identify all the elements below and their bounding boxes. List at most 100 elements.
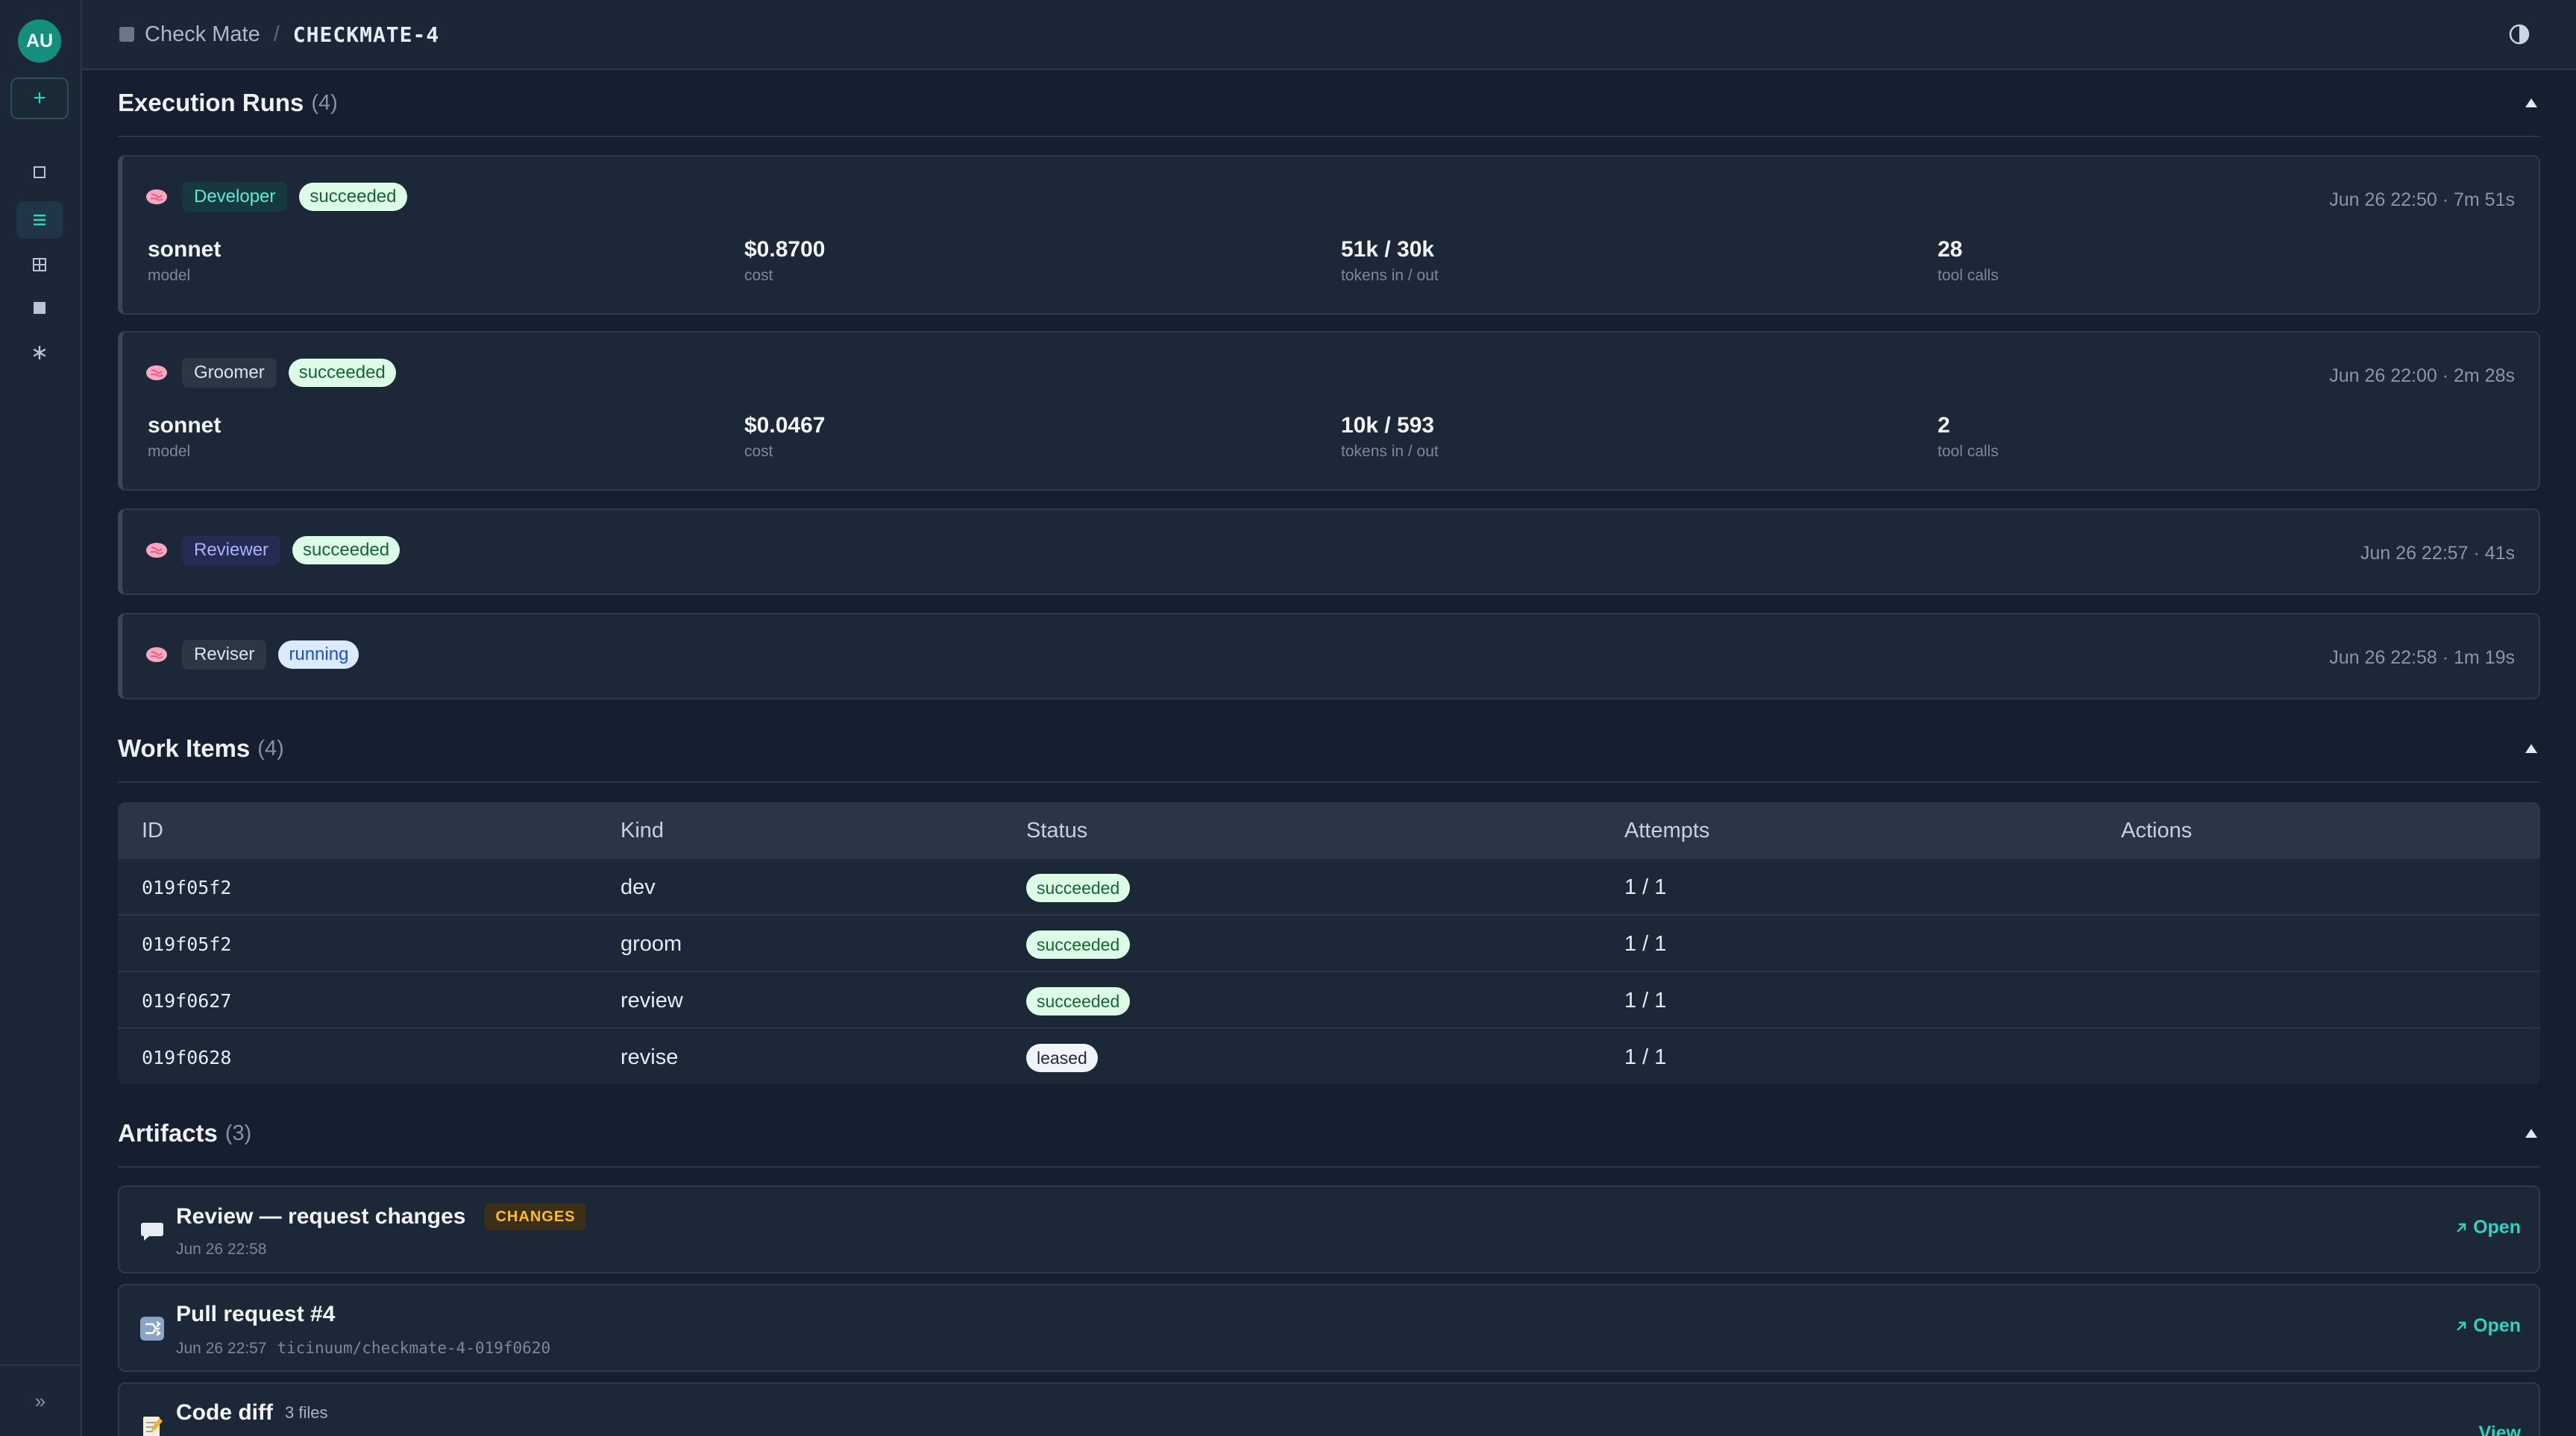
role-tag: Reviser [182, 640, 267, 670]
status-badge: succeeded [1026, 930, 1131, 959]
square-outline-icon [34, 166, 45, 178]
asterisk-icon [33, 346, 46, 359]
section-count: (4) [311, 90, 338, 115]
artifact-title: Code diff 3 files [176, 1400, 328, 1425]
files-count: 3 files [284, 1403, 328, 1422]
sidebar: AU + » [0, 0, 82, 1436]
run-card[interactable]: Reviser running Jun 26 22:58 · 1m 19s [118, 613, 2540, 699]
avatar[interactable]: AU [18, 19, 61, 63]
run-meta: Jun 26 22:00 · 2m 28s [2329, 365, 2515, 386]
external-arrow-icon [2457, 1223, 2466, 1232]
run-meta: Jun 26 22:57 · 41s [2360, 543, 2515, 564]
brain-icon [146, 647, 167, 662]
stat-tool-calls: 2 tool calls [1938, 413, 1999, 460]
table-row[interactable]: 019f0627 review succeeded 1 / 1 [118, 971, 2540, 1027]
expand-icon: » [34, 1389, 46, 1412]
status-badge: succeeded [1026, 874, 1131, 902]
open-link[interactable]: Open [2454, 1217, 2521, 1238]
role-tag: Groomer [182, 358, 277, 388]
collapse-icon[interactable] [2522, 740, 2540, 758]
run-card[interactable]: Developer succeeded Jun 26 22:50 · 7m 51… [118, 155, 2540, 315]
table-row[interactable]: 019f0628 revise leased 1 / 1 [118, 1027, 2540, 1084]
nav-item-square[interactable] [16, 154, 63, 191]
cell-kind: revise [621, 1045, 679, 1069]
status-badge: succeeded [288, 359, 396, 387]
breadcrumb-separator: / [273, 22, 280, 46]
nav-item-asterisk[interactable] [16, 334, 63, 371]
table-row[interactable]: 019f05f2 groom succeeded 1 / 1 [118, 914, 2540, 971]
stat-cost: $0.8700 cost [744, 237, 826, 284]
cell-attempts: 1 / 1 [1624, 875, 1667, 899]
status-badge: leased [1026, 1044, 1098, 1072]
nav-item-list[interactable] [16, 201, 63, 239]
table-row[interactable]: 019f05f2 dev succeeded 1 / 1 [118, 857, 2540, 914]
cell-id: 019f05f2 [142, 933, 232, 955]
collapse-icon[interactable] [2522, 1124, 2540, 1142]
artifacts-header[interactable]: Artifacts (3) [118, 1100, 2540, 1168]
memo-icon [143, 1417, 163, 1436]
column-header[interactable]: Status [1026, 819, 1087, 843]
expand-sidebar-button[interactable]: » [0, 1364, 81, 1436]
brain-icon [146, 543, 167, 558]
section-count: (3) [224, 1121, 252, 1145]
nav-item-grid[interactable] [16, 246, 63, 283]
stat-tokens: 51k / 30k tokens in / out [1341, 237, 1439, 284]
run-card[interactable]: Reviewer succeeded Jun 26 22:57 · 41s [118, 508, 2540, 595]
column-header[interactable]: Actions [2121, 819, 2192, 843]
work-items-header[interactable]: Work Items (4) [118, 716, 2540, 783]
breadcrumb-current: CHECKMATE-4 [292, 22, 440, 47]
brain-icon [146, 189, 167, 204]
artifact-title: Review — request changes CHANGES [176, 1203, 586, 1230]
artifact-card[interactable]: Pull request #4 Jun 26 22:57 ticinuum/che… [118, 1284, 2540, 1372]
cell-id: 019f0628 [142, 1047, 232, 1068]
section-title: Execution Runs [118, 89, 304, 116]
grid-icon [33, 258, 46, 271]
cell-attempts: 1 / 1 [1624, 1045, 1667, 1069]
artifact-card[interactable]: Code diff 3 files View [118, 1382, 2540, 1436]
section-title: Work Items [118, 734, 251, 762]
artifact-meta: Jun 26 22:57 ticinuum/checkmate-4-019f062… [176, 1339, 550, 1358]
artifact-date: Jun 26 22:58 [176, 1241, 267, 1258]
artifact-card[interactable]: Review — request changes CHANGES Jun 26 … [118, 1185, 2540, 1273]
cell-id: 019f0627 [142, 990, 232, 1012]
list-icon [34, 214, 45, 226]
new-item-button[interactable]: + [10, 78, 69, 119]
role-tag: Reviewer [182, 535, 281, 565]
column-header[interactable]: Kind [621, 819, 664, 843]
stat-cost: $0.0467 cost [744, 413, 826, 460]
changes-badge: CHANGES [485, 1203, 586, 1230]
stat-model: sonnet model [148, 237, 222, 284]
run-card[interactable]: Groomer succeeded Jun 26 22:00 · 2m 28s … [118, 331, 2540, 491]
nav-item-square-filled[interactable] [16, 289, 63, 327]
execution-runs-header[interactable]: Execution Runs (4) [118, 70, 2540, 137]
open-link[interactable]: Open [2454, 1315, 2521, 1337]
speech-bubble-icon [141, 1223, 163, 1241]
project-icon [119, 27, 134, 42]
artifact-title: Pull request #4 [176, 1302, 336, 1326]
column-header[interactable]: ID [142, 819, 163, 843]
theme-toggle-icon[interactable] [2507, 22, 2531, 46]
table-header: ID Kind Status Attempts Actions [118, 802, 2540, 857]
square-filled-icon [34, 302, 45, 314]
cell-attempts: 1 / 1 [1624, 932, 1667, 956]
brain-icon [146, 365, 167, 380]
role-tag: Developer [182, 182, 288, 212]
section-count: (4) [257, 736, 284, 760]
collapse-icon[interactable] [2522, 94, 2540, 112]
status-badge: succeeded [292, 536, 400, 564]
run-meta: Jun 26 22:50 · 7m 51s [2329, 189, 2515, 210]
column-header[interactable]: Attempts [1624, 819, 1709, 843]
status-badge: succeeded [1026, 987, 1131, 1015]
view-link[interactable]: View [2478, 1423, 2521, 1436]
breadcrumb-root[interactable]: Check Mate [145, 22, 260, 47]
section-title: Artifacts [118, 1119, 218, 1147]
cell-kind: review [621, 989, 683, 1013]
external-arrow-icon [2457, 1321, 2466, 1331]
cell-attempts: 1 / 1 [1624, 989, 1667, 1013]
stat-tool-calls: 28 tool calls [1938, 237, 1999, 284]
status-badge: running [278, 640, 359, 669]
stat-model: sonnet model [148, 413, 222, 460]
pull-request-icon [140, 1317, 164, 1341]
status-badge: succeeded [299, 183, 407, 211]
artifact-date: Jun 26 22:57 [176, 1340, 267, 1357]
